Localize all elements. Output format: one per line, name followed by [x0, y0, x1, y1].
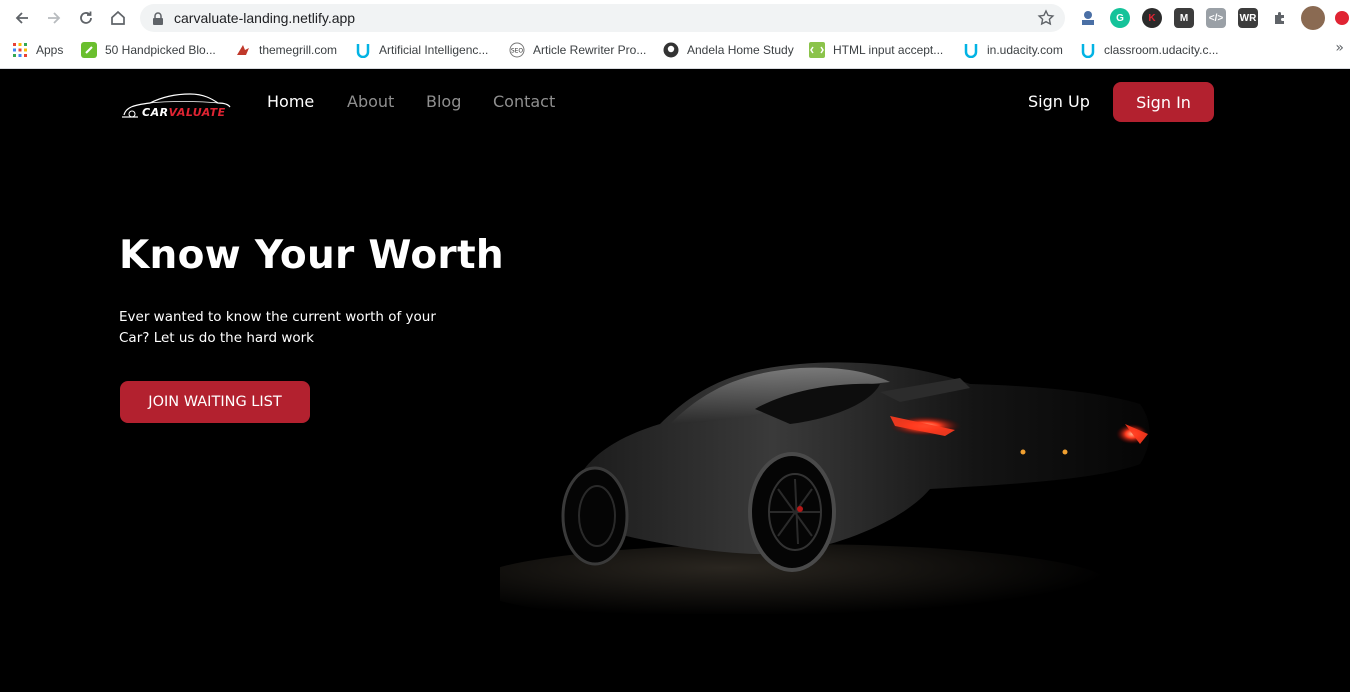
- bookmark-label: Apps: [36, 43, 64, 57]
- puzzle-icon[interactable]: [1270, 8, 1290, 28]
- url-text[interactable]: carvaluate-landing.netlify.app: [174, 10, 355, 26]
- bookmark-item[interactable]: 50 Handpicked Blo...: [81, 40, 216, 60]
- back-icon[interactable]: [10, 6, 34, 30]
- hero-subtitle: Ever wanted to know the current worth of…: [119, 309, 436, 346]
- bookmark-label: Andela Home Study: [687, 43, 794, 57]
- bookmark-item[interactable]: Artificial Intelligenc...: [355, 40, 488, 60]
- bookmark-item[interactable]: classroom.udacity.c...: [1080, 40, 1218, 60]
- code-icon[interactable]: </>: [1206, 8, 1226, 28]
- bookmark-label: themegrill.com: [259, 43, 338, 57]
- link-icon: [81, 42, 97, 58]
- bookmark-label: Article Rewriter Pro...: [533, 43, 647, 57]
- grammarly-icon[interactable]: G: [1110, 8, 1130, 28]
- bookmark-item[interactable]: SEO Article Rewriter Pro...: [509, 40, 646, 60]
- landing-page: CARVALUATE Home About Blog Contact Sign …: [0, 69, 1350, 692]
- sign-in-button[interactable]: Sign In: [1113, 82, 1214, 122]
- carvaluate-logo[interactable]: CARVALUATE: [120, 87, 244, 121]
- bookmark-label: in.udacity.com: [987, 43, 1063, 57]
- logo-wordmark: CARVALUATE: [142, 106, 226, 119]
- nav-about[interactable]: About: [347, 92, 394, 111]
- browser-toolbar: carvaluate-landing.netlify.app G K M </>…: [0, 0, 1350, 36]
- browser-chrome: carvaluate-landing.netlify.app G K M </>…: [0, 0, 1350, 69]
- apps-grid-icon: [12, 42, 28, 58]
- extension-icon[interactable]: [1078, 8, 1098, 28]
- bookmarks-overflow-icon[interactable]: »: [1335, 40, 1344, 56]
- medium-icon[interactable]: M: [1174, 8, 1194, 28]
- reload-icon[interactable]: [74, 6, 98, 30]
- home-icon[interactable]: [106, 6, 130, 30]
- address-bar[interactable]: carvaluate-landing.netlify.app: [140, 4, 1065, 32]
- avatar[interactable]: [1301, 6, 1325, 30]
- kaspersky-icon[interactable]: K: [1142, 8, 1162, 28]
- nav-contact[interactable]: Contact: [493, 92, 555, 111]
- themegrill-icon: [235, 42, 251, 58]
- bookmark-item[interactable]: in.udacity.com: [963, 40, 1063, 60]
- bookmark-label: Artificial Intelligenc...: [379, 43, 489, 57]
- svg-text:SEO: SEO: [511, 48, 524, 55]
- wr-icon[interactable]: WR: [1238, 8, 1258, 28]
- update-icon[interactable]: [1335, 11, 1349, 25]
- github-icon: [663, 42, 679, 58]
- bookmark-item[interactable]: themegrill.com: [235, 40, 337, 60]
- udacity-icon: [1080, 42, 1096, 58]
- html-icon: [809, 42, 825, 58]
- nav-home[interactable]: Home: [267, 92, 314, 111]
- lock-icon: [152, 11, 164, 30]
- bookmark-label: classroom.udacity.c...: [1104, 43, 1219, 57]
- forward-icon[interactable]: [42, 6, 66, 30]
- bookmark-label: HTML input accept...: [833, 43, 944, 57]
- bookmark-star-icon[interactable]: [1037, 9, 1055, 31]
- udacity-icon: [355, 42, 371, 58]
- join-waiting-list-button[interactable]: JOIN WAITING LIST: [120, 381, 310, 423]
- seo-icon: SEO: [509, 42, 525, 58]
- hero-title: Know Your Worth: [119, 233, 504, 278]
- nav-blog[interactable]: Blog: [426, 92, 461, 111]
- bookmarks-bar: Apps 50 Handpicked Blo... themegrill.com…: [0, 38, 1350, 62]
- logo-part-valuate: VALUATE: [168, 106, 226, 119]
- udacity-icon: [963, 42, 979, 58]
- sign-up-link[interactable]: Sign Up: [1028, 92, 1090, 111]
- bookmark-apps[interactable]: Apps: [12, 40, 63, 60]
- bookmark-item[interactable]: Andela Home Study: [663, 40, 794, 60]
- logo-part-car: CAR: [142, 106, 169, 119]
- bookmark-label: 50 Handpicked Blo...: [105, 43, 216, 57]
- bookmark-item[interactable]: HTML input accept...: [809, 40, 943, 60]
- hero-car-image: [500, 362, 1150, 614]
